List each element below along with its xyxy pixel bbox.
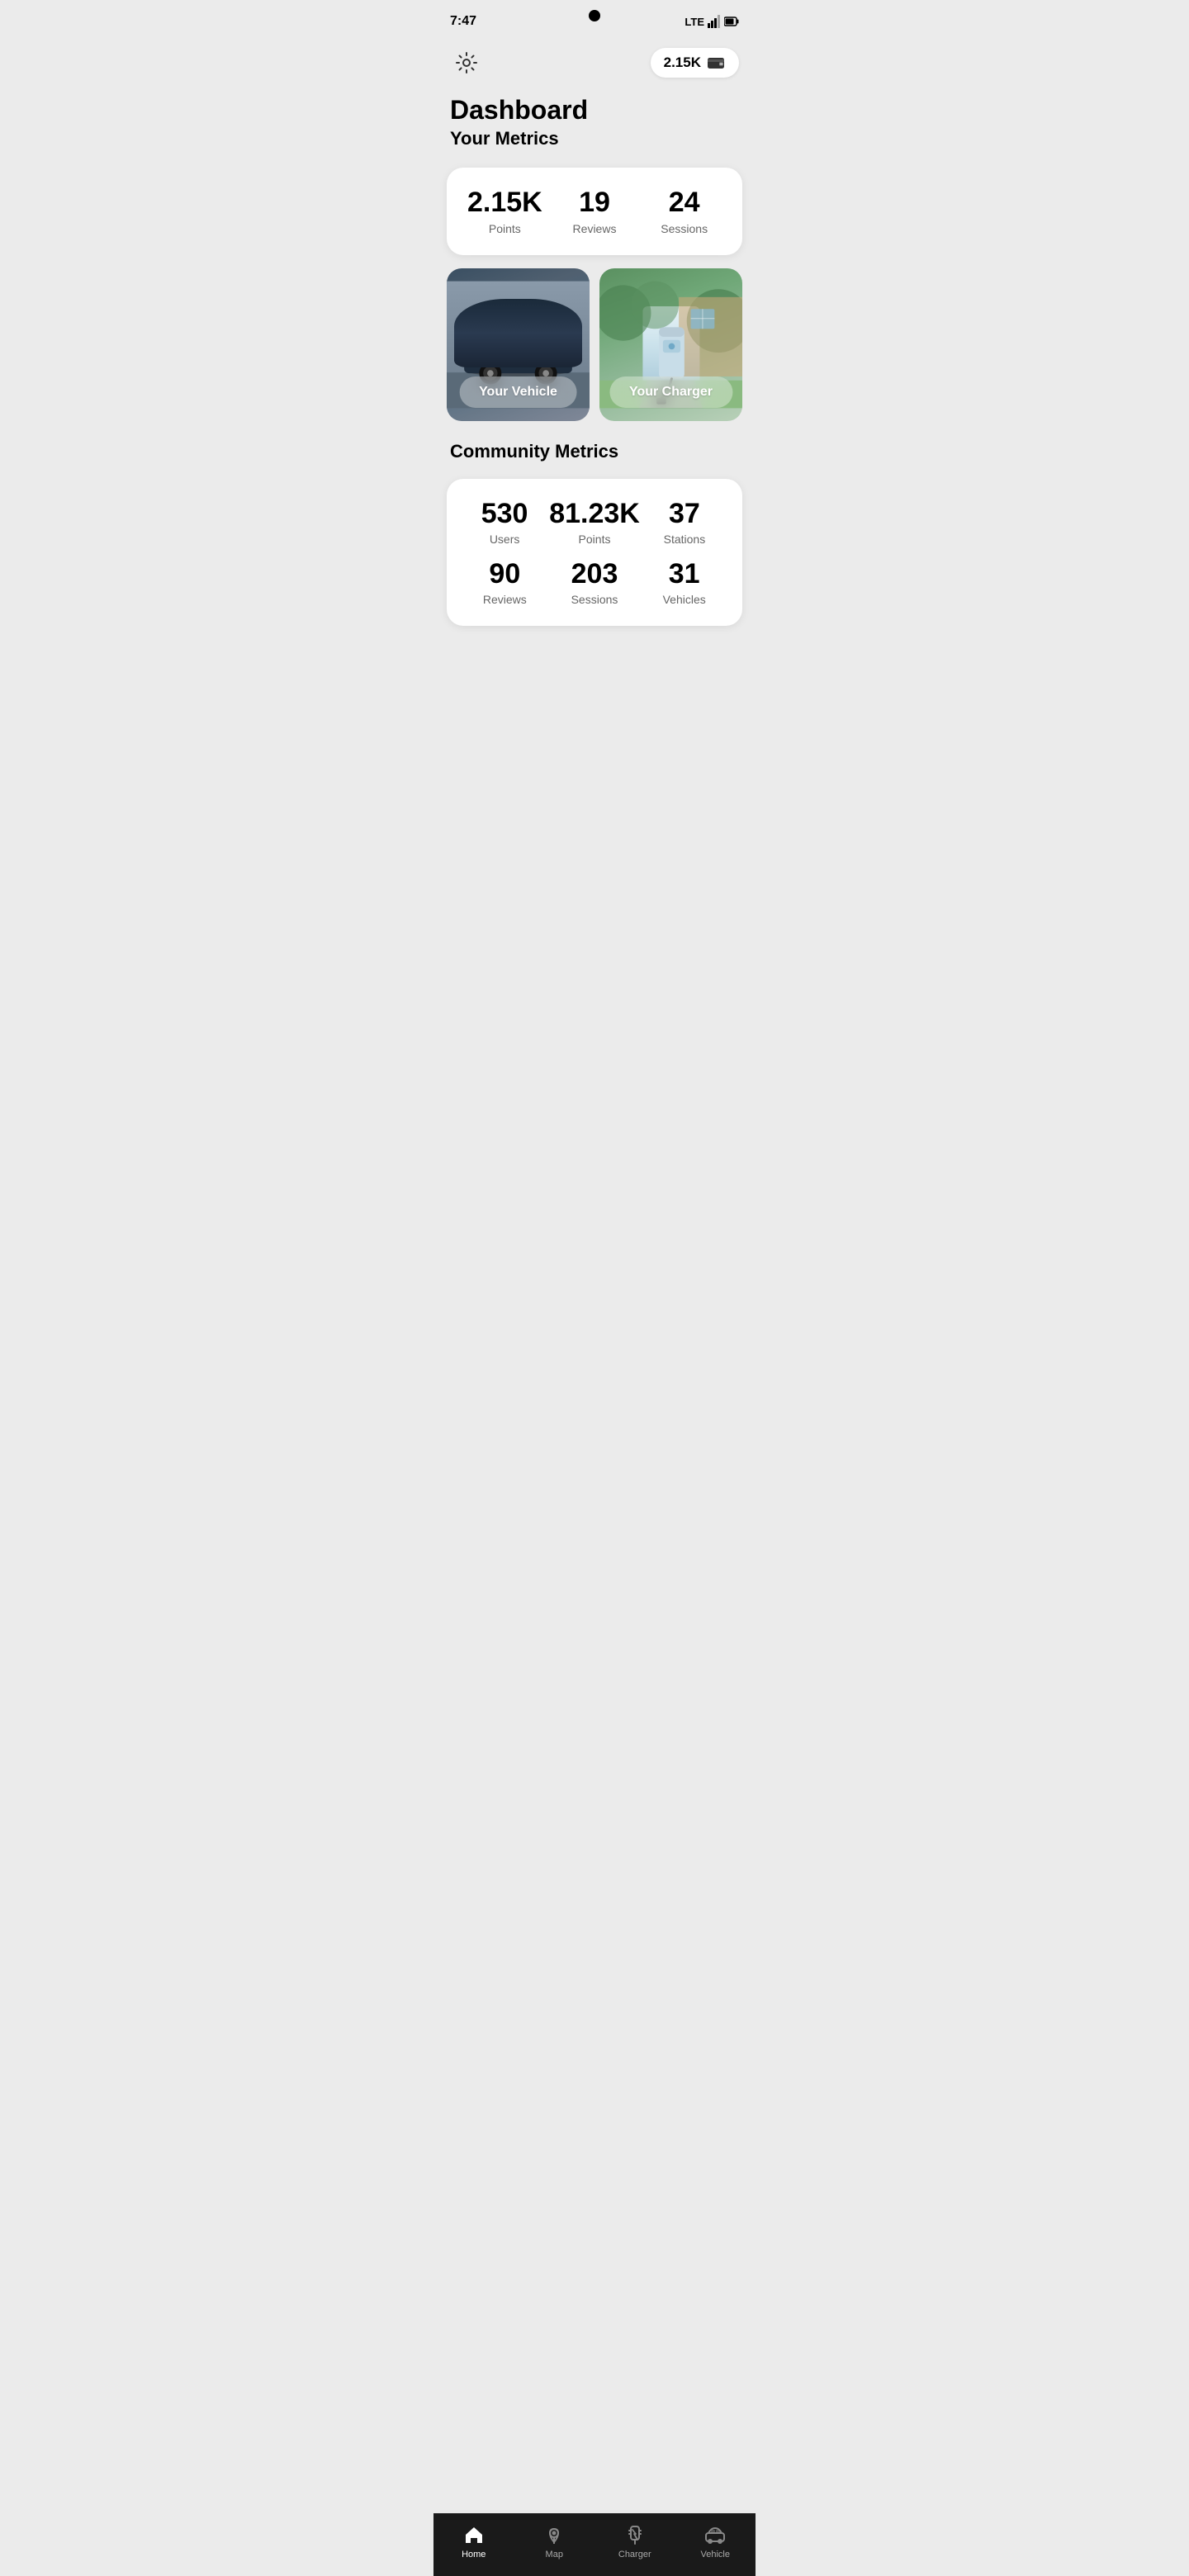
signal-icon	[708, 15, 721, 28]
community-row-1: 530 Users 81.23K Points 37 Stations	[460, 499, 729, 546]
vehicle-card-label: Your Vehicle	[459, 376, 577, 408]
community-metrics-card: 530 Users 81.23K Points 37 Stations 90 R…	[447, 479, 742, 627]
reviews-metric: 19 Reviews	[550, 187, 640, 234]
sessions-label: Sessions	[639, 222, 729, 235]
reviews-label: Reviews	[550, 222, 640, 235]
nav-map-label: Map	[546, 2550, 563, 2559]
community-metrics-title: Community Metrics	[450, 441, 739, 462]
community-vehicles-label: Vehicles	[639, 593, 729, 606]
sessions-value: 24	[639, 187, 729, 218]
charger-card[interactable]: Your Charger	[599, 268, 742, 421]
community-stations-value: 37	[640, 499, 729, 529]
points-label: Points	[460, 222, 550, 235]
community-reviews: 90 Reviews	[460, 559, 550, 606]
map-icon	[542, 2523, 566, 2546]
nav-charger[interactable]: Charger	[609, 2523, 661, 2559]
your-metrics-title: Your Metrics	[450, 128, 739, 149]
nav-vehicle[interactable]: Vehicle	[689, 2523, 741, 2559]
settings-icon	[455, 51, 478, 74]
points-badge[interactable]: 2.15K	[651, 48, 739, 78]
bottom-spacer	[433, 636, 756, 718]
community-sessions-value: 203	[550, 559, 640, 590]
battery-icon	[724, 17, 739, 26]
community-users-value: 530	[460, 499, 549, 529]
charger-card-label: Your Charger	[609, 376, 732, 408]
image-cards-row: Your Vehicle	[447, 268, 742, 421]
bottom-navigation: Home Map Charger	[433, 2513, 756, 2576]
community-row-2: 90 Reviews 203 Sessions 31 Vehicles	[460, 559, 729, 606]
status-bar: 7:47 LTE	[433, 0, 756, 40]
community-points-value: 81.23K	[549, 499, 640, 529]
vehicle-card[interactable]: Your Vehicle	[447, 268, 590, 421]
community-vehicles: 31 Vehicles	[639, 559, 729, 606]
camera-notch	[589, 10, 600, 21]
wallet-icon	[708, 56, 726, 69]
points-value: 2.15K	[460, 187, 550, 218]
community-stations-label: Stations	[640, 533, 729, 546]
community-stations: 37 Stations	[640, 499, 729, 546]
lte-label: LTE	[685, 16, 704, 28]
nav-home[interactable]: Home	[448, 2523, 500, 2559]
my-metrics-card: 2.15K Points 19 Reviews 24 Sessions	[447, 168, 742, 254]
status-time: 7:47	[450, 14, 476, 29]
app-header: 2.15K	[433, 40, 756, 83]
home-icon	[462, 2523, 486, 2546]
reviews-value: 19	[550, 187, 640, 218]
community-sessions: 203 Sessions	[550, 559, 640, 606]
page-title: Dashboard	[450, 96, 739, 125]
nav-map[interactable]: Map	[528, 2523, 580, 2559]
nav-vehicle-label: Vehicle	[701, 2550, 730, 2559]
community-sessions-label: Sessions	[550, 593, 640, 606]
community-reviews-value: 90	[460, 559, 550, 590]
nav-home-label: Home	[462, 2550, 486, 2559]
charger-nav-icon	[623, 2523, 647, 2546]
community-points-label: Points	[549, 533, 640, 546]
community-points: 81.23K Points	[549, 499, 640, 546]
community-users: 530 Users	[460, 499, 549, 546]
community-reviews-label: Reviews	[460, 593, 550, 606]
community-section: Community Metrics	[433, 434, 756, 469]
points-badge-value: 2.15K	[664, 54, 701, 71]
community-vehicles-value: 31	[639, 559, 729, 590]
page-title-section: Dashboard Your Metrics	[433, 83, 756, 154]
sessions-metric: 24 Sessions	[639, 187, 729, 234]
community-users-label: Users	[460, 533, 549, 546]
status-icons: LTE	[685, 15, 739, 28]
points-metric: 2.15K Points	[460, 187, 550, 234]
vehicle-nav-icon	[703, 2523, 727, 2546]
nav-charger-label: Charger	[618, 2550, 651, 2559]
settings-button[interactable]	[450, 46, 483, 79]
